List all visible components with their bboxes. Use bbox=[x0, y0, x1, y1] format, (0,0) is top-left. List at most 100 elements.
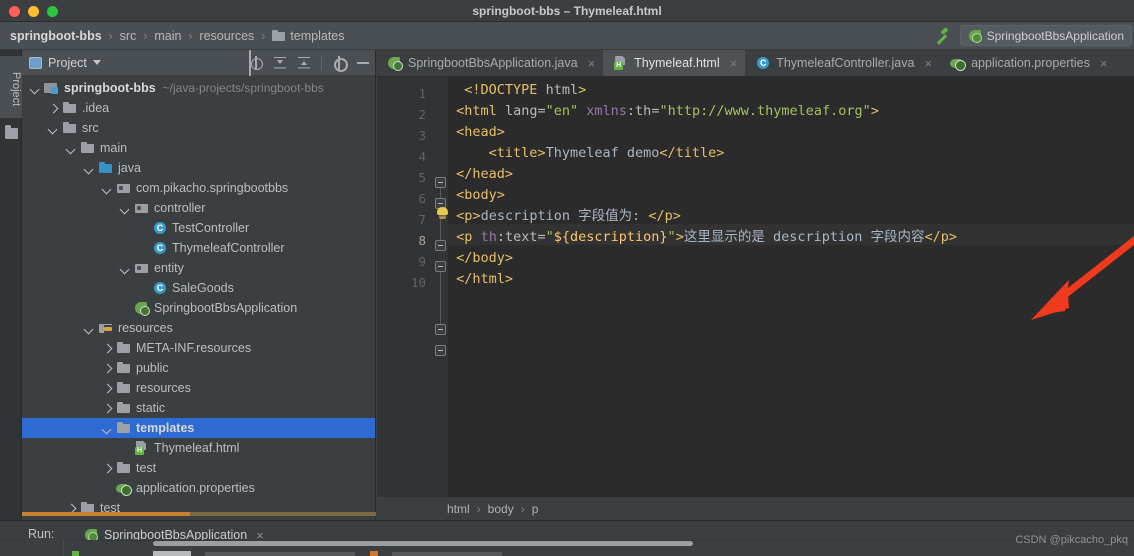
code-line-9[interactable]: </body> bbox=[448, 245, 1134, 266]
tree-node-springbootbbsapplication[interactable]: SpringbootBbsApplication bbox=[22, 298, 375, 318]
fold-marker-body[interactable] bbox=[435, 261, 446, 272]
chevron-down-icon[interactable] bbox=[102, 183, 113, 194]
close-icon[interactable]: × bbox=[1100, 57, 1108, 70]
code-line-10[interactable]: </html> bbox=[448, 266, 1134, 287]
run-console-scrollbar[interactable] bbox=[153, 541, 693, 546]
chevron-down-icon[interactable] bbox=[120, 203, 131, 214]
gear-icon[interactable] bbox=[332, 56, 348, 72]
line-number: 3 bbox=[418, 128, 426, 143]
collapse-all-icon[interactable] bbox=[297, 56, 311, 70]
chevron-down-icon[interactable] bbox=[92, 60, 101, 65]
breadcrumb-item-src[interactable]: src bbox=[120, 29, 137, 43]
chevron-right-icon[interactable] bbox=[102, 383, 113, 394]
tree-node-label: test bbox=[136, 461, 157, 475]
close-button[interactable] bbox=[9, 6, 20, 17]
breadcrumb-item-templates[interactable]: templates bbox=[290, 29, 344, 43]
chevron-down-icon[interactable] bbox=[84, 163, 95, 174]
chevron-down-icon[interactable] bbox=[84, 323, 95, 334]
code-line-5[interactable]: </head> bbox=[448, 161, 1134, 182]
fold-marker-html[interactable] bbox=[435, 177, 446, 188]
close-icon[interactable]: × bbox=[588, 57, 596, 70]
tree-node-springboot-bbs[interactable]: springboot-bbs ~/java-projects/springboot… bbox=[22, 78, 375, 98]
chevron-down-icon[interactable] bbox=[120, 263, 131, 274]
code-folding-rail[interactable] bbox=[432, 77, 448, 497]
tree-node-main[interactable]: main bbox=[22, 138, 375, 158]
minimize-icon[interactable] bbox=[356, 56, 370, 70]
folder-icon[interactable] bbox=[5, 125, 18, 139]
minimize-button[interactable] bbox=[28, 6, 39, 17]
tool-window-button-project[interactable]: Project bbox=[0, 56, 22, 118]
chevron-down-icon[interactable] bbox=[30, 83, 41, 94]
editor-gutter[interactable]: 1 2 3 4 5 6 7 8 9 10 bbox=[377, 77, 432, 497]
editor-tab-thymeleaf-html[interactable]: Thymeleaf.html × bbox=[603, 50, 746, 76]
tree-node-thymeleafcontroller[interactable]: ThymeleafController bbox=[22, 238, 375, 258]
editor-breadcrumb-p[interactable]: p bbox=[532, 502, 539, 516]
tree-node-java[interactable]: java bbox=[22, 158, 375, 178]
tree-node-entity[interactable]: entity bbox=[22, 258, 375, 278]
breadcrumb-item-main[interactable]: main bbox=[154, 29, 181, 43]
code-line-6[interactable]: <body> bbox=[448, 182, 1134, 203]
window-title-bar: springboot-bbs – Thymeleaf.html bbox=[0, 0, 1134, 22]
close-icon[interactable]: × bbox=[924, 57, 932, 70]
chevron-right-icon[interactable] bbox=[48, 103, 59, 114]
locate-icon[interactable] bbox=[249, 55, 263, 70]
code-line-4[interactable]: <title>Thymeleaf demo</title> bbox=[448, 140, 1134, 161]
hammer-icon[interactable] bbox=[933, 27, 951, 45]
project-tree-scrollbar-thumb[interactable] bbox=[22, 512, 190, 516]
expand-all-icon[interactable] bbox=[273, 56, 287, 70]
chevron-right-icon[interactable] bbox=[102, 463, 113, 474]
tree-node-src[interactable]: src bbox=[22, 118, 375, 138]
fold-marker-body-end[interactable] bbox=[435, 324, 446, 335]
chevron-down-icon[interactable] bbox=[66, 143, 77, 154]
breadcrumb-item-resources[interactable]: resources bbox=[199, 29, 254, 43]
editor-breadcrumb-html[interactable]: html bbox=[447, 502, 470, 516]
editor-text-area[interactable]: <!DOCTYPE html> <html lang="en" xmlns:th… bbox=[448, 77, 1134, 497]
chevron-down-icon[interactable] bbox=[102, 423, 113, 434]
code-line-8[interactable]: <p th:text="${description}">这里显示的是 descr… bbox=[448, 224, 1134, 245]
close-icon[interactable]: × bbox=[730, 57, 738, 70]
tree-node-resources[interactable]: resources bbox=[22, 318, 375, 338]
editor-tab-springbootbbsapplication-java[interactable]: SpringbootBbsApplication.java × bbox=[377, 50, 603, 76]
tree-node-controller[interactable]: controller bbox=[22, 198, 375, 218]
tree-node-public[interactable]: public bbox=[22, 358, 375, 378]
tree-node-salegoods[interactable]: SaleGoods bbox=[22, 278, 375, 298]
project-panel-header: Project bbox=[22, 50, 375, 76]
editor-tab-application-properties[interactable]: application.properties × bbox=[940, 50, 1115, 76]
editor-breadcrumb-body[interactable]: body bbox=[488, 502, 514, 516]
folder-icon bbox=[116, 401, 131, 415]
code-line-1[interactable]: <!DOCTYPE html> bbox=[448, 77, 1134, 98]
lightbulb-icon[interactable] bbox=[436, 207, 449, 220]
code-line-2[interactable]: <html lang="en" xmlns:th="http://www.thy… bbox=[448, 98, 1134, 119]
tree-node-com-pikacho-springbootbbs[interactable]: com.pikacho.springbootbbs bbox=[22, 178, 375, 198]
editor-tab-thymeleafcontroller-java[interactable]: ThymeleafController.java × bbox=[745, 50, 940, 76]
tree-node-testcontroller[interactable]: TestController bbox=[22, 218, 375, 238]
code-line-3[interactable]: <head> bbox=[448, 119, 1134, 140]
fold-marker-head-end[interactable] bbox=[435, 240, 446, 251]
run-console-toolbar[interactable] bbox=[22, 540, 64, 556]
line-number: 10 bbox=[410, 275, 426, 290]
run-configuration-selector[interactable]: SpringbootBbsApplication bbox=[959, 25, 1132, 46]
editor-tab-label: application.properties bbox=[971, 56, 1090, 70]
tree-node--idea[interactable]: .idea bbox=[22, 98, 375, 118]
tree-node-test[interactable]: test bbox=[22, 458, 375, 478]
breadcrumb-item-project[interactable]: springboot-bbs bbox=[10, 29, 102, 43]
chevron-right-icon[interactable] bbox=[102, 403, 113, 414]
toolbar-divider bbox=[321, 55, 322, 70]
zoom-button[interactable] bbox=[47, 6, 58, 17]
chevron-right-icon[interactable] bbox=[102, 363, 113, 374]
code-editor[interactable]: 1 2 3 4 5 6 7 8 9 10 <!DOCTYPE html> <html lang="… bbox=[377, 77, 1134, 497]
chevron-down-icon[interactable] bbox=[48, 123, 59, 134]
chevron-right-icon[interactable] bbox=[102, 343, 113, 354]
tree-node-templates[interactable]: templates bbox=[22, 418, 375, 438]
editor-tab-label: SpringbootBbsApplication.java bbox=[408, 56, 578, 70]
tree-node-resources[interactable]: resources bbox=[22, 378, 375, 398]
tree-node-application-properties[interactable]: application.properties bbox=[22, 478, 375, 498]
code-line-7[interactable]: <p>description 字段值为: </p> bbox=[448, 203, 1134, 224]
tree-node-meta-inf-resources[interactable]: META-INF.resources bbox=[22, 338, 375, 358]
tree-node-thymeleaf-html[interactable]: Thymeleaf.html bbox=[22, 438, 375, 458]
fold-marker-html-end[interactable] bbox=[435, 345, 446, 356]
run-play-icon[interactable] bbox=[72, 551, 79, 556]
folder-icon bbox=[62, 101, 77, 115]
spring-boot-icon bbox=[387, 56, 403, 71]
tree-node-static[interactable]: static bbox=[22, 398, 375, 418]
